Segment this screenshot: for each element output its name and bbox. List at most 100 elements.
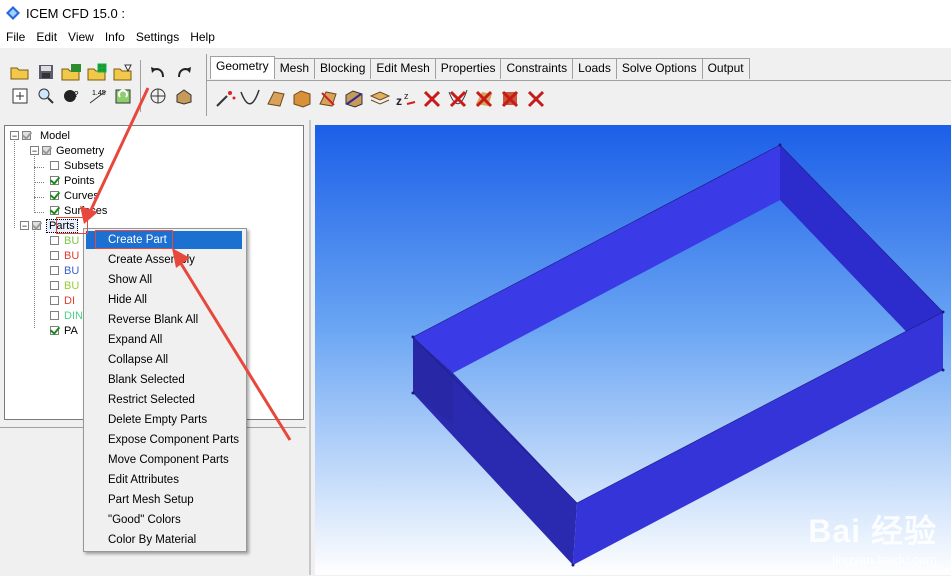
create-point-icon[interactable] [214, 87, 238, 109]
checkbox-checked[interactable] [50, 206, 59, 215]
part-label: PA [64, 324, 78, 337]
menu-info[interactable]: Info [99, 30, 130, 44]
graphics-viewport[interactable]: Bai 经验 jingyan.baidu.com [315, 125, 951, 575]
menu-view[interactable]: View [62, 30, 99, 44]
open-mesh-icon[interactable] [86, 61, 110, 83]
solid-display-icon[interactable] [172, 85, 196, 107]
menu-item-collapse-all[interactable]: Collapse All [86, 351, 242, 369]
menu-item-create-assembly[interactable]: Create Assembly [86, 251, 242, 269]
menu-item-expand-all[interactable]: Expand All [86, 331, 242, 349]
open-folder-icon[interactable] [8, 61, 32, 83]
menu-item-expose-component-parts[interactable]: Expose Component Parts [86, 431, 242, 449]
menu-item-edit-attributes[interactable]: Edit Attributes [86, 471, 242, 489]
create-body-icon[interactable] [290, 87, 314, 109]
menu-file[interactable]: File [0, 30, 30, 44]
tree-item-curves[interactable]: Curves [50, 188, 99, 203]
distance-icon[interactable]: 1.45 [86, 85, 110, 107]
tree-item-subsets[interactable]: Subsets [50, 158, 104, 173]
checkbox[interactable] [50, 296, 59, 305]
open-geometry-icon[interactable] [60, 61, 84, 83]
fit-window-icon[interactable] [8, 85, 32, 107]
tree-item-part[interactable]: DIN [50, 308, 83, 323]
part-label: BU [64, 279, 80, 292]
menu-help[interactable]: Help [184, 30, 220, 44]
vertical-splitter[interactable] [309, 120, 311, 575]
delete-body-icon[interactable] [498, 87, 522, 109]
tree-item-part[interactable]: BU [50, 263, 79, 278]
tree-item-geometry[interactable]: − Geometry [30, 143, 104, 158]
tree-item-part[interactable]: BU [50, 278, 79, 293]
window-title: ICEM CFD 15.0 : [26, 5, 125, 21]
delete-curve-icon[interactable] [446, 87, 470, 109]
collapse-toggle-icon[interactable]: − [10, 131, 19, 141]
menu-item-good-colors[interactable]: "Good" Colors [86, 511, 242, 529]
collapse-toggle-icon[interactable]: − [20, 221, 29, 231]
checkbox[interactable] [32, 221, 41, 230]
checkbox[interactable] [50, 161, 59, 170]
tab-output[interactable]: Output [701, 58, 750, 79]
menu-item-move-component-parts[interactable]: Move Component Parts [86, 451, 242, 469]
dormant-sleep-icon[interactable]: zz [394, 87, 418, 109]
tab-solve-options[interactable]: Solve Options [615, 58, 703, 79]
measure-icon[interactable]: ? [60, 85, 84, 107]
zoom-box-icon[interactable] [34, 85, 58, 107]
tab-mesh[interactable]: Mesh [273, 58, 316, 79]
wireframe-icon[interactable] [146, 85, 170, 107]
checkbox-checked[interactable] [50, 176, 59, 185]
checkbox[interactable] [50, 251, 59, 260]
tree-item-part[interactable]: DI [50, 293, 75, 308]
checkbox[interactable] [50, 236, 59, 245]
tab-blocking[interactable]: Blocking [314, 58, 372, 79]
tab-properties[interactable]: Properties [434, 58, 502, 79]
repair-geometry-icon[interactable] [316, 87, 340, 109]
refresh-icon[interactable] [112, 85, 136, 107]
tree-item-points[interactable]: Points [50, 173, 95, 188]
collapse-toggle-icon[interactable]: − [30, 146, 39, 156]
tree-item-part[interactable]: PA [50, 323, 78, 338]
delete-surface-icon[interactable] [472, 87, 496, 109]
svg-text:z: z [396, 94, 402, 108]
toolbar-separator [206, 54, 207, 116]
save-icon[interactable] [34, 61, 58, 83]
tree-item-model[interactable]: − Model [10, 128, 70, 143]
menu-item-color-by-material[interactable]: Color By Material [86, 531, 242, 549]
create-surface-icon[interactable] [264, 87, 288, 109]
menu-bar: File Edit View Info Settings Help [0, 26, 951, 48]
tree-item-surfaces[interactable]: Surfaces [50, 203, 107, 218]
redo-icon[interactable] [172, 61, 196, 83]
create-curve-icon[interactable] [238, 87, 262, 109]
geometry-transform-icon[interactable] [342, 87, 366, 109]
tree-item-part[interactable]: BU [50, 233, 79, 248]
tab-constraints[interactable]: Constraints [500, 58, 574, 79]
menu-item-hide-all[interactable]: Hide All [86, 291, 242, 309]
annotation-box-create-part [95, 230, 173, 249]
checkbox[interactable] [22, 131, 31, 140]
checkbox-checked[interactable] [50, 191, 59, 200]
tab-loads[interactable]: Loads [572, 58, 617, 79]
menu-item-part-mesh-setup[interactable]: Part Mesh Setup [86, 491, 242, 509]
tree-item-part[interactable]: BU [50, 248, 79, 263]
checkbox[interactable] [50, 266, 59, 275]
menu-item-show-all[interactable]: Show All [86, 271, 242, 289]
menu-item-blank-selected[interactable]: Blank Selected [86, 371, 242, 389]
checkbox[interactable] [50, 281, 59, 290]
restore-dormant-icon[interactable] [368, 87, 392, 109]
menu-item-restrict-selected[interactable]: Restrict Selected [86, 391, 242, 409]
checkbox-checked[interactable] [50, 326, 59, 335]
tree-label: Surfaces [64, 204, 108, 217]
tree-label: Model [40, 129, 70, 142]
checkbox[interactable] [50, 311, 59, 320]
part-label: BU [64, 264, 80, 277]
checkbox[interactable] [42, 146, 51, 155]
svg-text:z: z [404, 91, 409, 101]
open-blocking-icon[interactable] [112, 61, 136, 83]
tab-edit-mesh[interactable]: Edit Mesh [370, 58, 436, 79]
undo-icon[interactable] [146, 61, 170, 83]
menu-item-reverse-blank-all[interactable]: Reverse Blank All [86, 311, 242, 329]
menu-settings[interactable]: Settings [130, 30, 184, 44]
tab-geometry[interactable]: Geometry [210, 56, 275, 79]
menu-edit[interactable]: Edit [30, 30, 62, 44]
delete-any-entity-icon[interactable] [524, 87, 548, 109]
menu-item-delete-empty-parts[interactable]: Delete Empty Parts [86, 411, 242, 429]
delete-point-icon[interactable] [420, 87, 444, 109]
